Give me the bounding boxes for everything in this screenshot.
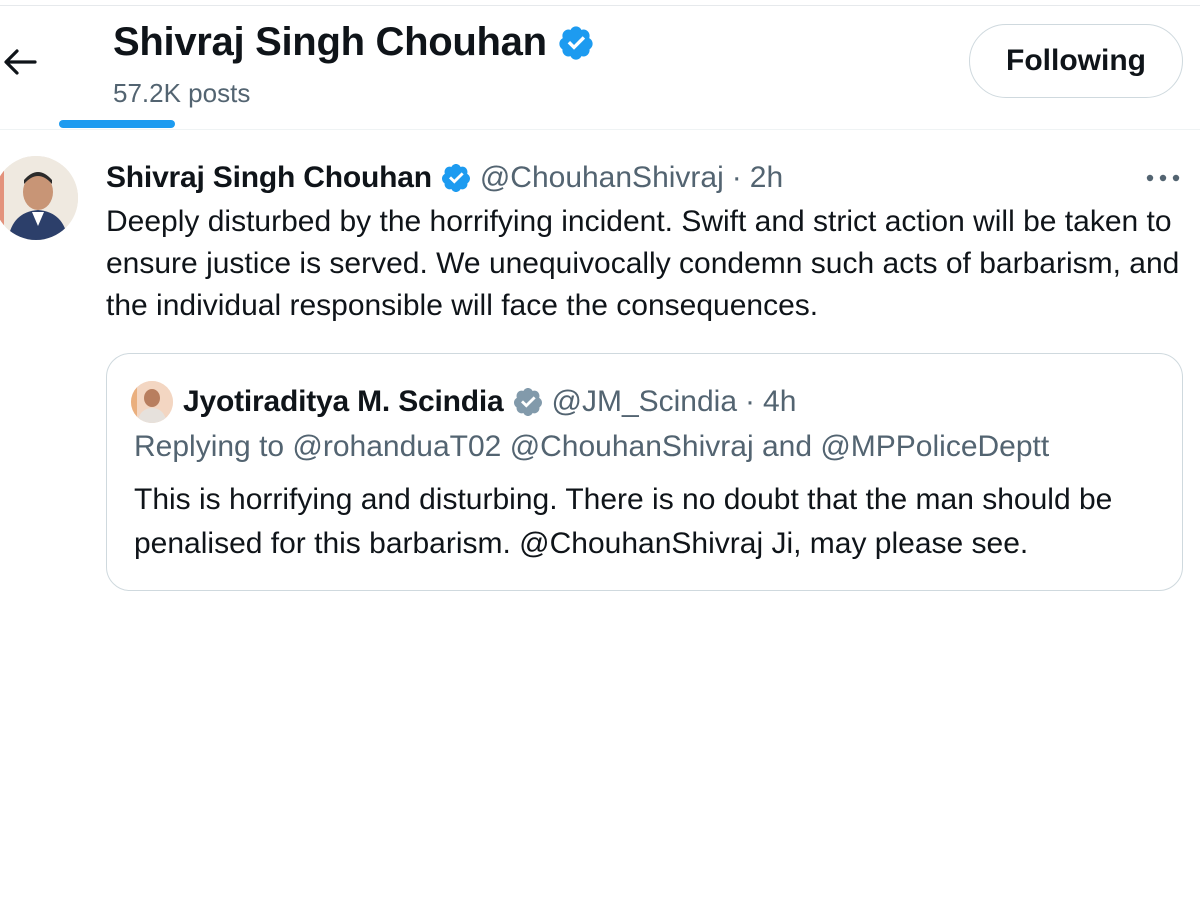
back-button[interactable] (0, 42, 40, 82)
verified-badge-icon (513, 388, 542, 416)
avatar[interactable] (0, 156, 78, 240)
profile-name: Shivraj Singh Chouhan (113, 20, 547, 64)
profile-photo (0, 156, 78, 240)
quoted-tweet-header: Jyotiraditya M. Scindia @JM_Scindia · 4h (183, 380, 796, 424)
tweet-time: 4h (763, 385, 797, 418)
more-options-button[interactable] (1142, 163, 1184, 193)
tweet-text: Deeply disturbed by the horrifying incid… (106, 205, 1180, 322)
tweet-header: Shivraj Singh Chouhan @ChouhanShivraj · … (106, 156, 783, 200)
author-name[interactable]: Shivraj Singh Chouhan (106, 161, 432, 195)
author-name: Jyotiraditya M. Scindia (183, 385, 504, 418)
author-handle[interactable]: @ChouhanShivraj (480, 161, 724, 195)
tab-indicator (59, 120, 175, 128)
following-button[interactable]: Following (969, 24, 1183, 98)
author-handle: @JM_Scindia (551, 385, 738, 418)
verified-badge (440, 162, 472, 194)
more-dots-icon (1146, 174, 1180, 182)
separator-dot: · (731, 161, 742, 194)
arrow-left-icon (4, 49, 37, 75)
separator-dot: · (745, 385, 756, 418)
verified-badge-icon (559, 25, 593, 60)
profile-photo (131, 381, 173, 423)
posts-count: 57.2K posts (113, 78, 251, 108)
profile-header: Shivraj Singh Chouhan 57.2K posts Follow… (0, 6, 1200, 130)
verified-badge (512, 386, 544, 418)
page-title: Shivraj Singh Chouhan (113, 20, 595, 65)
quoted-tweet[interactable]: Jyotiraditya M. Scindia @JM_Scindia · 4h… (106, 353, 1183, 591)
avatar (131, 381, 173, 423)
replying-to: Replying to @rohanduaT02 @ChouhanShivraj… (134, 430, 1050, 463)
tweet-time[interactable]: 2h (750, 161, 783, 195)
verified-badge-icon (441, 164, 470, 192)
quoted-tweet-text: This is horrifying and disturbing. There… (134, 483, 1113, 560)
